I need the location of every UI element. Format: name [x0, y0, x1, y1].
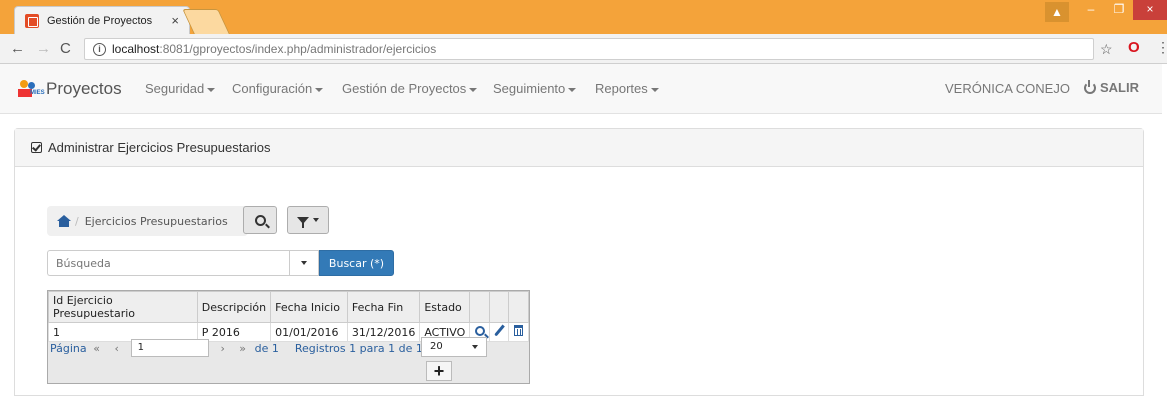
menu-seguridad[interactable]: Seguridad — [145, 81, 216, 96]
power-icon — [1084, 79, 1096, 94]
url-path: :8081/gproyectos/index.php/administrador… — [159, 42, 437, 56]
window-controls: ▲ – ❐ × — [1045, 0, 1167, 24]
column-header[interactable]: Fecha Fin — [346, 291, 421, 323]
filter-button[interactable] — [287, 206, 329, 234]
table-header-row: Id Ejercicio Presupuestario Descripción … — [48, 291, 529, 323]
address-bar: ← → C i localhost:8081/gproyectos/index.… — [0, 34, 1167, 64]
opera-icon[interactable]: O — [1128, 39, 1140, 56]
search-icon — [254, 214, 266, 226]
browser-menu-icon[interactable]: ⋮ — [1156, 39, 1167, 56]
page-label: Página — [50, 341, 87, 355]
brand-name: Proyectos — [46, 79, 122, 98]
column-header[interactable]: Fecha Inicio — [270, 291, 348, 323]
profile-icon[interactable]: ▲ — [1045, 2, 1069, 22]
next-page-icon[interactable]: › — [213, 342, 233, 355]
close-window-icon[interactable]: × — [1133, 0, 1167, 20]
view-icon[interactable] — [474, 325, 485, 336]
prev-page-icon[interactable]: ‹ — [107, 342, 127, 355]
reload-icon[interactable]: C — [60, 40, 71, 57]
browser-tab[interactable]: Gestión de Proyectos × — [14, 6, 190, 34]
brand[interactable]: MIES Proyectos — [18, 79, 122, 99]
minimize-icon[interactable]: – — [1077, 0, 1105, 20]
caret-down-icon — [568, 87, 577, 92]
caret-down-icon — [313, 218, 319, 222]
caret-down-icon — [472, 345, 478, 349]
edit-pencil-icon[interactable] — [493, 324, 505, 337]
panel-title: Administrar Ejercicios Presupuestarios — [48, 140, 271, 155]
forward-arrow-icon[interactable]: → — [36, 40, 51, 57]
page-total: de 1 — [254, 341, 279, 355]
page-number-input[interactable]: 1 — [130, 339, 209, 357]
search-toggle-button[interactable] — [243, 206, 277, 234]
menu-seguimiento[interactable]: Seguimiento — [493, 81, 577, 96]
page-size-select[interactable]: 20 — [421, 337, 487, 357]
caret-down-icon — [301, 261, 307, 265]
first-page-icon[interactable]: « — [87, 342, 107, 355]
filter-icon — [297, 216, 309, 228]
caret-down-icon — [315, 87, 324, 92]
caret-down-icon — [207, 87, 216, 92]
column-header[interactable]: Id Ejercicio Presupuestario — [48, 291, 198, 323]
search-button[interactable]: Buscar (*) — [319, 250, 394, 276]
records-label: Registros 1 para 1 de 1 — [294, 341, 423, 355]
breadcrumb: / Ejercicios Presupuestarios — [47, 206, 248, 236]
add-button[interactable]: + — [426, 361, 452, 381]
back-arrow-icon[interactable]: ← — [10, 40, 25, 57]
caret-down-icon — [650, 87, 659, 92]
close-tab-icon[interactable]: × — [171, 13, 179, 28]
bookmark-star-icon[interactable]: ☆ — [1100, 41, 1113, 58]
column-header-action — [488, 291, 510, 323]
url-host: localhost — [112, 42, 160, 56]
panel-heading: Administrar Ejercicios Presupuestarios — [15, 129, 1143, 167]
search-row: Buscar (*) — [47, 250, 394, 276]
home-icon[interactable] — [57, 215, 71, 227]
last-page-icon[interactable]: » — [233, 342, 253, 355]
main-panel: Administrar Ejercicios Presupuestarios /… — [14, 128, 1144, 396]
restore-icon[interactable]: ❐ — [1105, 0, 1133, 20]
column-header-action — [508, 291, 529, 323]
tab-title: Gestión de Proyectos — [47, 14, 153, 27]
search-input[interactable] — [47, 250, 289, 276]
column-header-action — [469, 291, 490, 323]
info-icon[interactable]: i — [93, 42, 106, 56]
browser-tab-bar: Gestión de Proyectos × ▲ – ❐ × — [0, 0, 1167, 34]
url-field[interactable]: i localhost:8081/gproyectos/index.php/ad… — [84, 38, 1094, 60]
column-header[interactable]: Descripción — [196, 291, 272, 323]
pager: Página « ‹ 1 › » de 1 Registros 1 para 1… — [48, 337, 529, 359]
menu-reportes[interactable]: Reportes — [595, 81, 659, 96]
caret-down-icon — [469, 87, 478, 92]
app-navbar: MIES Proyectos Seguridad Configuración G… — [0, 64, 1162, 114]
data-grid: Id Ejercicio Presupuestario Descripción … — [47, 290, 530, 384]
grid-table: Id Ejercicio Presupuestario Descripción … — [48, 291, 529, 342]
logout-button[interactable]: SALIR — [1084, 79, 1139, 95]
trash-icon[interactable] — [514, 325, 524, 336]
column-header[interactable]: Estado — [419, 291, 471, 323]
favicon-icon — [25, 13, 39, 28]
search-dropdown-button[interactable] — [289, 250, 319, 276]
menu-configuracion[interactable]: Configuración — [232, 81, 324, 96]
menu-gestion-proyectos[interactable]: Gestión de Proyectos — [342, 81, 478, 96]
breadcrumb-current: Ejercicios Presupuestarios — [84, 214, 228, 228]
logo-text: MIES — [30, 90, 45, 96]
current-user[interactable]: VERÓNICA CONEJO — [945, 81, 1070, 96]
checkbox-icon — [31, 142, 42, 153]
mies-logo-icon: MIES — [18, 79, 45, 99]
